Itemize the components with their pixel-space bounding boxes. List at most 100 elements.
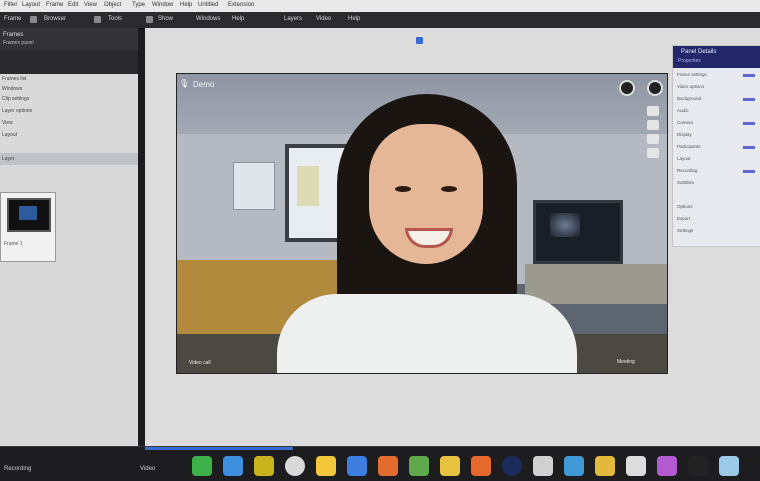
terminal-icon[interactable] bbox=[595, 456, 615, 476]
app-toolbar: Frame Browser Tools Show Windows Help La… bbox=[0, 12, 760, 29]
left-panel-row[interactable]: Windows bbox=[2, 86, 22, 92]
left-panel: Frames Frames panel Frames list Windows … bbox=[0, 28, 138, 450]
menu-help[interactable]: Help bbox=[180, 2, 192, 8]
chrome-icon[interactable] bbox=[285, 456, 305, 476]
side-control-icon[interactable] bbox=[647, 106, 659, 116]
toggle-chip[interactable] bbox=[743, 98, 755, 101]
menu-layout[interactable]: Layout bbox=[22, 2, 40, 8]
right-panel-title: Panel Details bbox=[681, 49, 717, 55]
right-panel-row[interactable]: Participants bbox=[677, 144, 701, 149]
left-panel-row[interactable]: Frames list bbox=[2, 76, 26, 82]
thumbnail-screen-icon bbox=[7, 198, 51, 232]
left-panel-selected-row[interactable]: Layer bbox=[0, 153, 138, 165]
menu-untitled[interactable]: Untitled bbox=[198, 2, 218, 8]
app-p-icon[interactable] bbox=[254, 456, 274, 476]
participant-face bbox=[369, 124, 483, 264]
participant-left-eye bbox=[395, 186, 411, 192]
right-panel-subtitle: Properties bbox=[678, 58, 701, 64]
camera-toggle-icon[interactable] bbox=[647, 80, 663, 96]
keynote-icon[interactable] bbox=[471, 456, 491, 476]
toggle-chip[interactable] bbox=[743, 122, 755, 125]
video-feed[interactable]: 🎙 Demo Video call Meeting bbox=[176, 73, 668, 374]
settings-icon[interactable] bbox=[626, 456, 646, 476]
maps-icon[interactable] bbox=[409, 456, 429, 476]
toolbar-frame[interactable]: Frame bbox=[4, 16, 21, 22]
left-panel-row[interactable]: Layout bbox=[2, 132, 17, 138]
toggle-chip[interactable] bbox=[743, 74, 755, 77]
right-panel-row[interactable]: Options bbox=[677, 204, 693, 209]
menu-object[interactable]: Object bbox=[104, 2, 121, 8]
toolbar-video[interactable]: Video bbox=[316, 16, 331, 22]
preview-icon[interactable] bbox=[564, 456, 584, 476]
messages-icon[interactable] bbox=[192, 456, 212, 476]
left-panel-header: Frames Frames panel bbox=[0, 28, 138, 50]
right-panel-row[interactable]: Camera bbox=[677, 120, 693, 125]
record-icon[interactable] bbox=[619, 80, 635, 96]
video-monitor bbox=[533, 200, 623, 264]
right-panel-row[interactable]: Subtitles bbox=[677, 180, 694, 185]
video-desk-right bbox=[525, 264, 667, 304]
video-whiteboard bbox=[233, 162, 275, 210]
video-bottom-right-label: Meeting bbox=[617, 359, 635, 365]
left-panel-row[interactable]: View bbox=[2, 120, 13, 126]
right-panel-row[interactable]: Export bbox=[677, 216, 690, 221]
frame-thumbnail[interactable]: Frame 1 bbox=[0, 192, 56, 262]
menu-extension[interactable]: Extension bbox=[228, 2, 254, 8]
right-panel-row[interactable]: Layout bbox=[677, 156, 691, 161]
podcasts-icon[interactable] bbox=[657, 456, 677, 476]
right-panel-row[interactable]: Display bbox=[677, 132, 692, 137]
toolbar-windows[interactable]: Windows bbox=[196, 16, 220, 22]
right-panel-row[interactable]: Frame settings bbox=[677, 72, 707, 77]
stocks-icon[interactable] bbox=[688, 456, 708, 476]
menu-filter[interactable]: Filter bbox=[4, 2, 17, 8]
toolbar-show[interactable]: Show bbox=[158, 16, 173, 22]
menu-window[interactable]: Window bbox=[152, 2, 173, 8]
mic-icon: 🎙 bbox=[179, 79, 190, 88]
right-panel-row[interactable]: Audio bbox=[677, 108, 689, 113]
toggle-chip[interactable] bbox=[743, 170, 755, 173]
left-panel-title: Frames bbox=[3, 32, 24, 38]
dock-mid-label: Video bbox=[140, 466, 156, 472]
participant-shirt bbox=[277, 294, 577, 373]
participant-name: Demo bbox=[193, 80, 215, 89]
right-panel-header: Panel Details Properties bbox=[673, 46, 760, 68]
menu-type[interactable]: Type bbox=[132, 2, 145, 8]
side-control-icon[interactable] bbox=[647, 148, 659, 158]
toolbar-grid-icon[interactable] bbox=[94, 16, 101, 23]
music-icon[interactable] bbox=[502, 456, 522, 476]
toggle-chip[interactable] bbox=[743, 146, 755, 149]
toolbar-square-icon[interactable] bbox=[30, 16, 37, 23]
notes-icon[interactable] bbox=[316, 456, 336, 476]
right-panel: Panel Details Properties Frame settings … bbox=[672, 45, 760, 247]
side-control-icon[interactable] bbox=[647, 120, 659, 130]
toolbar-tools[interactable]: Tools bbox=[108, 16, 122, 22]
menu-frame[interactable]: Frame bbox=[46, 2, 63, 8]
dock: Recording Video bbox=[0, 446, 760, 481]
dock-progress-strip bbox=[145, 447, 293, 450]
toolbar-select-icon[interactable] bbox=[146, 16, 153, 23]
safari-icon[interactable] bbox=[347, 456, 367, 476]
toolbar-browser[interactable]: Browser bbox=[44, 16, 66, 22]
toolbar-help-2[interactable]: Help bbox=[348, 16, 360, 22]
right-panel-row[interactable]: Video options bbox=[677, 84, 704, 89]
right-panel-row[interactable]: Settings bbox=[677, 228, 693, 233]
right-panel-row[interactable]: Recording bbox=[677, 168, 698, 173]
video-bottom-left-label: Video call bbox=[189, 360, 211, 366]
calendar-icon[interactable] bbox=[533, 456, 553, 476]
menu-view[interactable]: View bbox=[84, 2, 97, 8]
left-panel-selected-label: Layer bbox=[2, 156, 15, 162]
mail-icon[interactable] bbox=[378, 456, 398, 476]
finder-icon[interactable] bbox=[223, 456, 243, 476]
photos-icon[interactable] bbox=[440, 456, 460, 476]
side-control-icon[interactable] bbox=[647, 134, 659, 144]
left-panel-row[interactable]: Layer options bbox=[2, 108, 32, 114]
toolbar-help[interactable]: Help bbox=[232, 16, 244, 22]
menu-edit[interactable]: Edit bbox=[68, 2, 78, 8]
right-panel-row[interactable]: Background bbox=[677, 96, 701, 101]
toolbar-layers[interactable]: Layers bbox=[284, 16, 302, 22]
participant-smile bbox=[405, 228, 453, 248]
trash-icon[interactable] bbox=[719, 456, 739, 476]
left-panel-row[interactable]: Clip settings bbox=[2, 96, 29, 102]
pin-icon[interactable] bbox=[416, 37, 423, 44]
participant-right-eye bbox=[441, 186, 457, 192]
